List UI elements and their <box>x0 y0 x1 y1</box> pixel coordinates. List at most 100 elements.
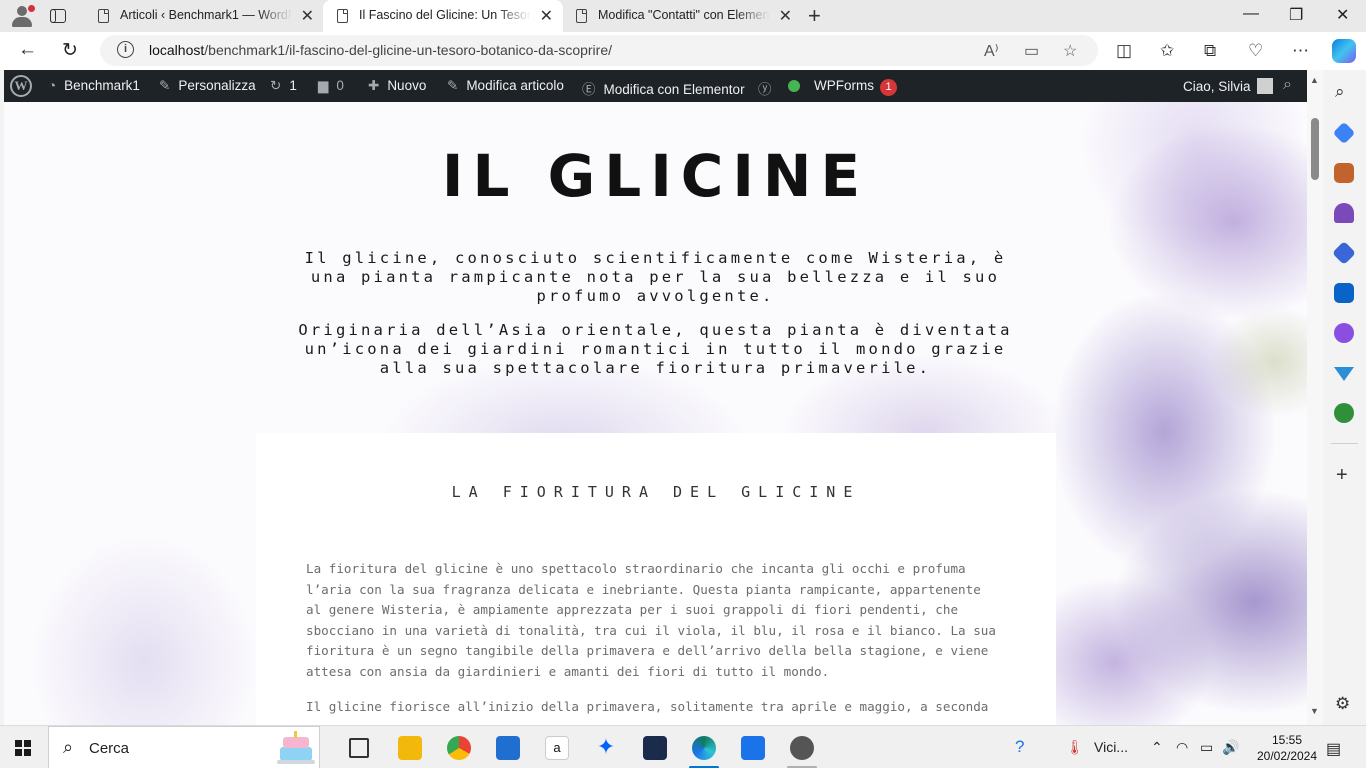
favorites-icon[interactable]: ✩ <box>1160 41 1174 61</box>
chevron-up-icon[interactable]: ⌃ <box>1151 739 1163 756</box>
add-icon[interactable]: + <box>1336 464 1348 487</box>
windows-start-icon[interactable] <box>15 740 31 756</box>
tools-icon[interactable] <box>1334 163 1354 183</box>
close-icon[interactable]: ✕ <box>540 6 553 26</box>
read-aloud-icon[interactable]: A⁾ <box>984 41 999 61</box>
tab-articoli[interactable]: Articoli ‹ Benchmark1 — WordPress ✕ <box>84 0 324 32</box>
task-view-icon[interactable] <box>349 738 369 758</box>
back-icon[interactable]: ← <box>18 39 37 61</box>
page-scrollbar[interactable]: ▲ ▼ <box>1307 70 1323 725</box>
restore-icon[interactable]: ❐ <box>1289 5 1303 25</box>
scroll-down-icon[interactable]: ▼ <box>1310 706 1319 716</box>
send-icon[interactable] <box>1334 367 1354 381</box>
comment-icon: ▆ <box>318 78 329 93</box>
collections-icon[interactable]: ⧉ <box>1204 41 1216 61</box>
wordpress-icon[interactable]: W <box>10 75 32 97</box>
chrome-icon[interactable] <box>447 736 471 760</box>
tab-title: Modifica "Contatti" con Elementor <box>598 8 770 22</box>
wp-admin-bar: W ◔ Benchmark1 ✎ Personalizza ↻ 1 ▆ 0 ✚ Nuovo… <box>4 70 1307 102</box>
search-icon[interactable]: ⌕ <box>1335 82 1345 102</box>
taskbar: ⌕ Cerca a ✦ ? 🌡 Vici... ⌃ ◠ ▭ 🔊 15:55 20… <box>0 725 1366 768</box>
section-body: La fioritura del glicine è uno spettacol… <box>306 559 1026 725</box>
content-card: LA FIORITURA DEL GLICINE La fioritura de… <box>256 433 1056 725</box>
microsoft-365-icon[interactable] <box>1331 240 1357 266</box>
settings-icon[interactable]: ⚙ <box>1335 694 1350 714</box>
section-paragraph-2: Il glicine fiorisce all’inizio della pri… <box>306 698 989 714</box>
address-bar[interactable]: i localhost/benchmark1/il-fascino-del-gl… <box>100 35 1098 66</box>
taskbar-search-label: Cerca <box>89 740 130 757</box>
profile-icon[interactable] <box>8 3 36 29</box>
seo-status-dot <box>788 80 800 92</box>
plus-icon: ✚ <box>368 78 380 93</box>
updates-icon: ↻ <box>270 78 282 93</box>
battery-icon[interactable]: ▭ <box>1200 739 1213 756</box>
volume-icon[interactable]: 🔊 <box>1222 739 1239 756</box>
yoast-icon[interactable]: ⓨ <box>758 78 772 98</box>
section-paragraph-1: La fioritura del glicine è uno spettacol… <box>306 561 996 679</box>
tab-glicine[interactable]: Il Fascino del Glicine: Un Tesoro Botani… <box>323 0 563 32</box>
notifications-icon[interactable]: ▤ <box>1326 739 1341 759</box>
more-icon[interactable]: ⋯ <box>1292 41 1309 61</box>
tree-icon[interactable] <box>1334 403 1354 423</box>
url-text[interactable]: localhost/benchmark1/il-fascino-del-glic… <box>149 42 612 58</box>
close-icon[interactable]: ✕ <box>301 6 314 26</box>
updates-link[interactable]: ↻ 1 <box>270 78 297 94</box>
powershell-icon[interactable] <box>643 736 667 760</box>
navigation-bar: ← ↻ i localhost/benchmark1/il-fascino-de… <box>0 32 1366 70</box>
help-icon[interactable]: ? <box>1015 737 1024 757</box>
extensions-icon[interactable]: ♡ <box>1248 41 1263 61</box>
scrollbar-thumb[interactable] <box>1311 118 1319 180</box>
weather-icon[interactable]: 🌡 <box>1066 739 1084 756</box>
minimize-icon[interactable]: — <box>1243 5 1259 23</box>
weather-label[interactable]: Vici... <box>1094 739 1128 755</box>
dashboard-icon: ◔ <box>48 78 57 93</box>
tab-modifica-contatti[interactable]: Modifica "Contatti" con Elementor ✕ <box>562 0 802 32</box>
page-title: IL GLICINE <box>441 142 870 210</box>
elementor-icon: Ⓔ <box>582 82 596 97</box>
edge-icon[interactable] <box>692 736 716 760</box>
designer-icon[interactable] <box>1334 323 1354 343</box>
copilot-icon[interactable] <box>1332 39 1356 63</box>
scroll-up-icon[interactable]: ▲ <box>1310 75 1319 85</box>
page-icon <box>98 9 109 23</box>
tab-actions-icon[interactable] <box>50 7 68 25</box>
mail-icon[interactable] <box>741 736 765 760</box>
window-close-icon[interactable]: ✕ <box>1336 5 1349 25</box>
info-icon[interactable]: i <box>117 41 134 58</box>
clock[interactable]: 15:55 20/02/2024 <box>1252 732 1322 764</box>
new-content-link[interactable]: ✚ Nuovo <box>368 78 426 94</box>
wifi-icon[interactable]: ◠ <box>1176 739 1188 756</box>
section-title: LA FIORITURA DEL GLICINE <box>451 483 861 501</box>
edge-sidebar: ⌕ + ⚙ <box>1323 70 1366 725</box>
page-icon <box>576 9 587 23</box>
edit-post-link[interactable]: ✎ Modifica articolo <box>447 78 564 94</box>
favorite-icon[interactable]: ☆ <box>1063 41 1077 61</box>
outlook-icon[interactable] <box>1334 283 1354 303</box>
tab-strip: Articoli ‹ Benchmark1 — WordPress ✕ Il F… <box>0 0 1366 32</box>
amazon-icon[interactable]: a <box>545 736 569 760</box>
close-icon[interactable]: ✕ <box>779 6 792 26</box>
edit-with-elementor-link[interactable]: Ⓔ Modifica con Elementor <box>582 78 745 98</box>
immersive-reader-icon[interactable]: ▭ <box>1024 41 1039 61</box>
wpforms-link[interactable]: WPForms 1 <box>814 78 897 96</box>
github-icon[interactable] <box>790 736 814 760</box>
tab-title: Articoli ‹ Benchmark1 — WordPress <box>120 8 292 22</box>
store-icon[interactable] <box>496 736 520 760</box>
intro-paragraph-2: Originaria dell’Asia orientale, questa p… <box>298 321 1013 377</box>
brush-icon: ✎ <box>159 78 171 93</box>
dropbox-icon[interactable]: ✦ <box>594 736 618 760</box>
split-screen-icon[interactable]: ◫ <box>1116 41 1132 61</box>
page-icon <box>337 9 348 23</box>
shopping-icon[interactable] <box>1332 121 1356 145</box>
cake-icon <box>277 731 315 764</box>
page-viewport: W ◔ Benchmark1 ✎ Personalizza ↻ 1 ▆ 0 ✚ Nuovo… <box>4 70 1307 725</box>
refresh-icon[interactable]: ↻ <box>62 39 78 62</box>
games-icon[interactable] <box>1334 203 1354 223</box>
file-explorer-icon[interactable] <box>398 736 422 760</box>
comments-link[interactable]: ▆ 0 <box>318 78 344 94</box>
new-tab-icon[interactable]: + <box>808 3 821 29</box>
site-name-link[interactable]: ◔ Benchmark1 <box>48 78 140 93</box>
search-icon[interactable]: ⌕ <box>1283 76 1292 94</box>
account-menu[interactable]: Ciao, Silvia <box>1183 78 1273 94</box>
customize-link[interactable]: ✎ Personalizza <box>159 78 256 94</box>
